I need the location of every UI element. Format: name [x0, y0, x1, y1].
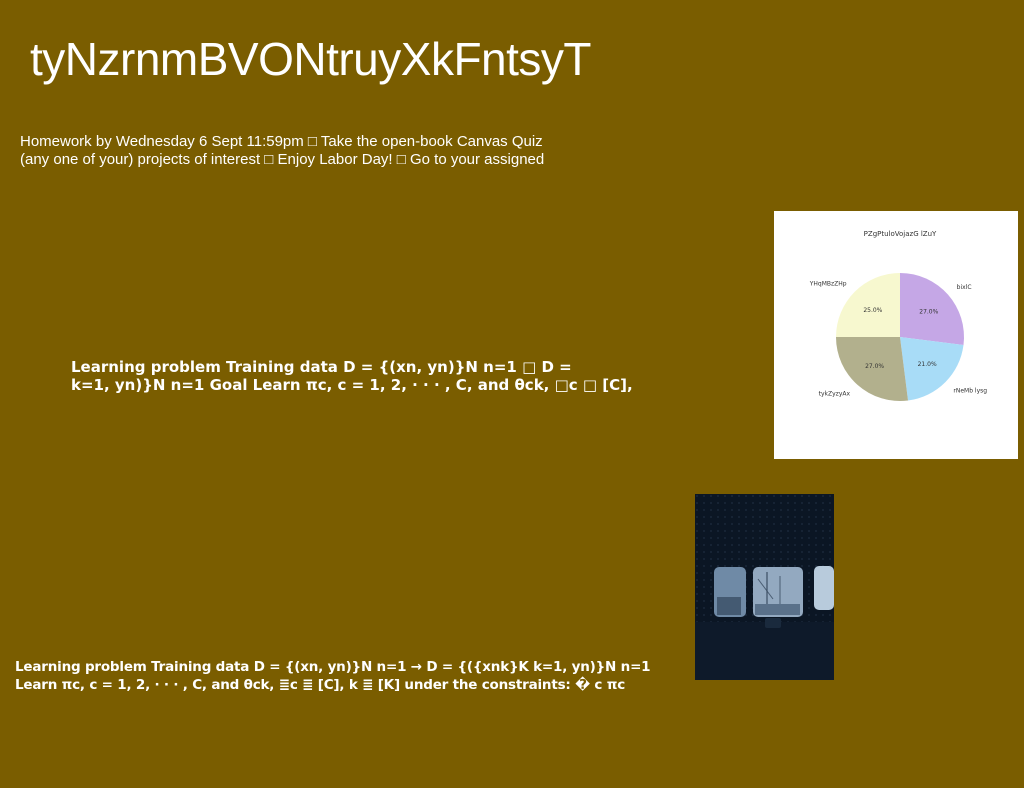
window-right: [814, 566, 834, 610]
learning-line-2a: Learning problem Training data D = {(xn,…: [15, 659, 651, 675]
learning-line-2b: Learn πc, c = 1, 2, · · · , C, and θck, …: [15, 677, 626, 693]
learning-problem-block-2: Learning problem Training data D = {(xn,…: [15, 658, 695, 694]
pie-category-label-3: YHqMBzZHp: [809, 281, 847, 288]
pie-category-label-2: tykZyzyAx: [819, 391, 851, 398]
homework-line-1: Homework by Wednesday 6 Sept 11:59pm □ T…: [20, 133, 543, 150]
pie-pct-label-0: 27.0%: [919, 309, 938, 316]
pie-chart: PZgPtuloVojazG lZuY 27.0% bixlC 21.0% rNeMb…: [809, 230, 987, 401]
pie-category-label-1: rNeMb lysg: [953, 387, 987, 394]
learning-line-1a: Learning problem Training data D = {(xn,…: [71, 358, 572, 376]
pie-category-label-0: bixlC: [957, 284, 972, 291]
homework-text: Homework by Wednesday 6 Sept 11:59pm □ T…: [20, 133, 620, 169]
photo-image: [695, 494, 834, 680]
homework-line-2: (any one of your) projects of interest □…: [20, 151, 545, 168]
pie-pct-label-1: 21.0%: [918, 361, 937, 368]
train-window-photo: [695, 494, 834, 680]
pie-pct-label-2: 27.0%: [865, 363, 884, 370]
pie-pct-label-3: 25.0%: [863, 307, 882, 314]
chart-title: PZgPtuloVojazG lZuY: [864, 230, 937, 238]
pie-chart-panel: PZgPtuloVojazG lZuY 27.0% bixlC 21.0% rNeMb…: [774, 211, 1018, 459]
learning-line-1b: k=1, yn)}N n=1 Goal Learn πc, c = 1, 2, …: [71, 376, 633, 394]
slide-title: tyNzrnmBVONtruyXkFntsyT: [30, 33, 592, 85]
learning-problem-block-1: Learning problem Training data D = {(xn,…: [71, 358, 711, 394]
